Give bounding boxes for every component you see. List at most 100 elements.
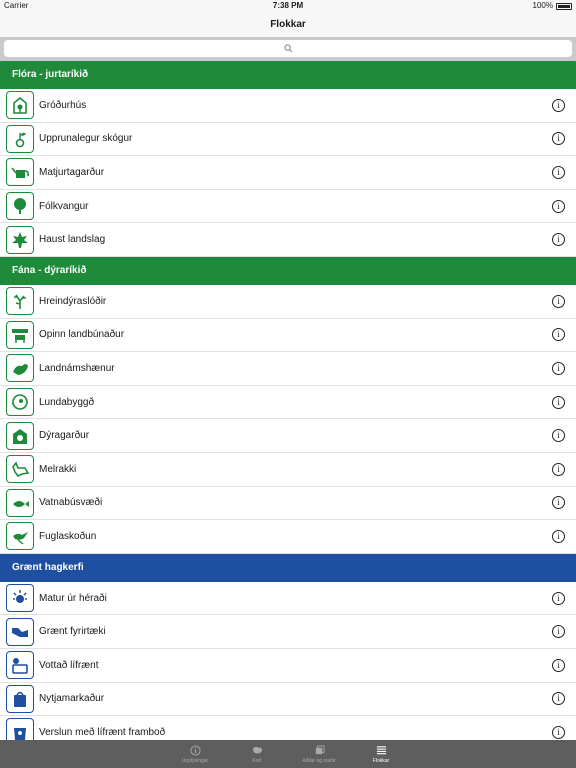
list-item[interactable]: Matur úr héraði i — [0, 582, 576, 616]
info-button-icon[interactable]: i — [552, 199, 565, 213]
info-button-icon[interactable]: i — [552, 132, 565, 146]
search-icon — [283, 44, 292, 53]
info-button-icon[interactable]: i — [552, 294, 565, 308]
list-item[interactable]: Gróðurhús i — [0, 89, 576, 123]
watering-can-icon — [11, 167, 29, 179]
list-item[interactable]: Haust landslag i — [0, 223, 576, 257]
status-bar: Carrier 7:38 PM 100% — [0, 0, 576, 12]
list-item[interactable]: Vottað lífrænt i — [0, 649, 576, 683]
list-item[interactable]: Upprunalegur skógur i — [0, 123, 576, 157]
category-icon-frame — [6, 91, 34, 120]
info-button-icon[interactable]: i — [552, 692, 565, 706]
section-header: Fána - dýraríkið — [0, 256, 576, 285]
category-icon-frame — [6, 421, 34, 450]
list-item[interactable]: Opinn landbúnaður i — [0, 319, 576, 353]
list-item-label: Vatnabúsvæði — [39, 497, 103, 509]
tab-places[interactable]: Aðilar og staðir — [288, 740, 350, 768]
handshake-icon — [12, 627, 28, 637]
section-header: Grænt hagkerfi — [0, 553, 576, 582]
list-item-label: Matur úr héraði — [39, 592, 107, 604]
list-item-label: Lundabyggð — [39, 396, 95, 408]
battery-indicator: 100% — [533, 0, 572, 12]
category-icon-frame — [6, 584, 34, 613]
list-item[interactable]: Melrakki i — [0, 453, 576, 487]
category-icon-frame — [6, 225, 34, 254]
puffin-icon — [11, 394, 28, 410]
search-input[interactable] — [4, 40, 572, 57]
info-button-icon[interactable]: i — [552, 725, 565, 739]
info-button-icon[interactable]: i — [552, 529, 565, 543]
category-icon-frame — [6, 718, 34, 740]
list-item[interactable]: Vatnabúsvæði i — [0, 487, 576, 521]
list-item-label: Dýragarður — [39, 430, 90, 442]
list-item[interactable]: Landnámshænur i — [0, 352, 576, 386]
category-icon-frame — [6, 684, 34, 713]
list-item-label: Hreindýraslóðir — [39, 295, 107, 307]
list-item-label: Melrakki — [39, 463, 77, 475]
list-item-label: Nytjamarkaður — [39, 693, 105, 705]
list-item-label: Haust landslag — [39, 234, 106, 246]
category-icon-frame — [6, 192, 34, 221]
battery-percent: 100% — [532, 1, 553, 10]
list-item[interactable]: Hreindýraslóðir i — [0, 285, 576, 319]
category-icon-frame — [6, 124, 34, 153]
list-item[interactable]: Nytjamarkaður i — [0, 683, 576, 717]
list-item-label: Matjurtagarður — [39, 166, 105, 178]
info-button-icon[interactable]: i — [552, 625, 565, 639]
organic-icon — [12, 658, 28, 675]
info-button-icon[interactable]: i — [552, 429, 565, 443]
shop-icon — [14, 728, 26, 740]
sprout-icon — [15, 132, 26, 148]
battery-icon — [556, 2, 572, 10]
info-button-icon[interactable]: i — [552, 233, 565, 247]
list-item[interactable]: Fuglaskoðun i — [0, 520, 576, 554]
list-item-label: Opinn landbúnaður — [39, 329, 125, 341]
category-icon-frame — [6, 522, 34, 551]
info-button-icon[interactable]: i — [552, 658, 565, 672]
info-button-icon[interactable]: i — [552, 328, 565, 342]
info-button-icon[interactable]: i — [552, 165, 565, 179]
category-icon-frame — [6, 651, 34, 680]
tab-info[interactable]: Upplýsingar — [164, 740, 226, 768]
category-icon-frame — [6, 388, 34, 417]
fish-icon — [13, 500, 29, 507]
info-button-icon[interactable]: i — [552, 591, 565, 605]
info-button-icon[interactable]: i — [552, 98, 565, 112]
category-list[interactable]: Flóra - jurtaríkið Gróðurhús i Upprunalegur… — [0, 61, 576, 740]
category-icon-frame — [6, 488, 34, 517]
fox-icon — [12, 461, 30, 478]
list-item-label: Grænt fyrirtæki — [39, 626, 106, 638]
info-button-icon[interactable]: i — [552, 395, 565, 409]
places-icon — [315, 744, 325, 754]
page-title: Flokkar — [270, 19, 306, 30]
list-item[interactable]: Dýragarður i — [0, 419, 576, 453]
list-item-label: Landnámshænur — [39, 362, 115, 374]
local-food-icon — [13, 590, 27, 604]
info-button-icon[interactable]: i — [552, 361, 565, 375]
list-item[interactable]: Verslun með lífrænt framboð i — [0, 716, 576, 740]
info-button-icon[interactable]: i — [552, 462, 565, 476]
tree-icon — [14, 198, 26, 215]
antler-icon — [14, 294, 26, 310]
category-icon-frame — [6, 287, 34, 316]
category-icon-frame — [6, 455, 34, 484]
list-item[interactable]: Fólkvangur i — [0, 190, 576, 224]
tab-list[interactable]: Flokkar — [350, 740, 412, 768]
list-item[interactable]: Lundabyggð i — [0, 386, 576, 420]
list-item[interactable]: Grænt fyrirtæki i — [0, 615, 576, 649]
bird-icon — [13, 532, 28, 545]
info-button-icon[interactable]: i — [552, 496, 565, 510]
list-item-label: Fuglaskoðun — [39, 530, 97, 542]
category-icon-frame — [6, 320, 34, 349]
category-icon-frame — [6, 617, 34, 646]
tab-label: Upplýsingar — [181, 757, 209, 764]
battery-level — [558, 4, 570, 8]
hen-icon — [13, 364, 28, 376]
tab-bar: Upplýsingar Kort Aðilar og staðir Flokkar — [0, 740, 576, 768]
list-item-label: Upprunalegur skógur — [39, 133, 133, 145]
tab-label: Flokkar — [372, 757, 390, 764]
tab-map[interactable]: Kort — [226, 740, 288, 768]
list-item-label: Fólkvangur — [39, 200, 89, 212]
list-item[interactable]: Matjurtagarður i — [0, 156, 576, 190]
list-item-label: Vottað lífrænt — [39, 659, 99, 671]
